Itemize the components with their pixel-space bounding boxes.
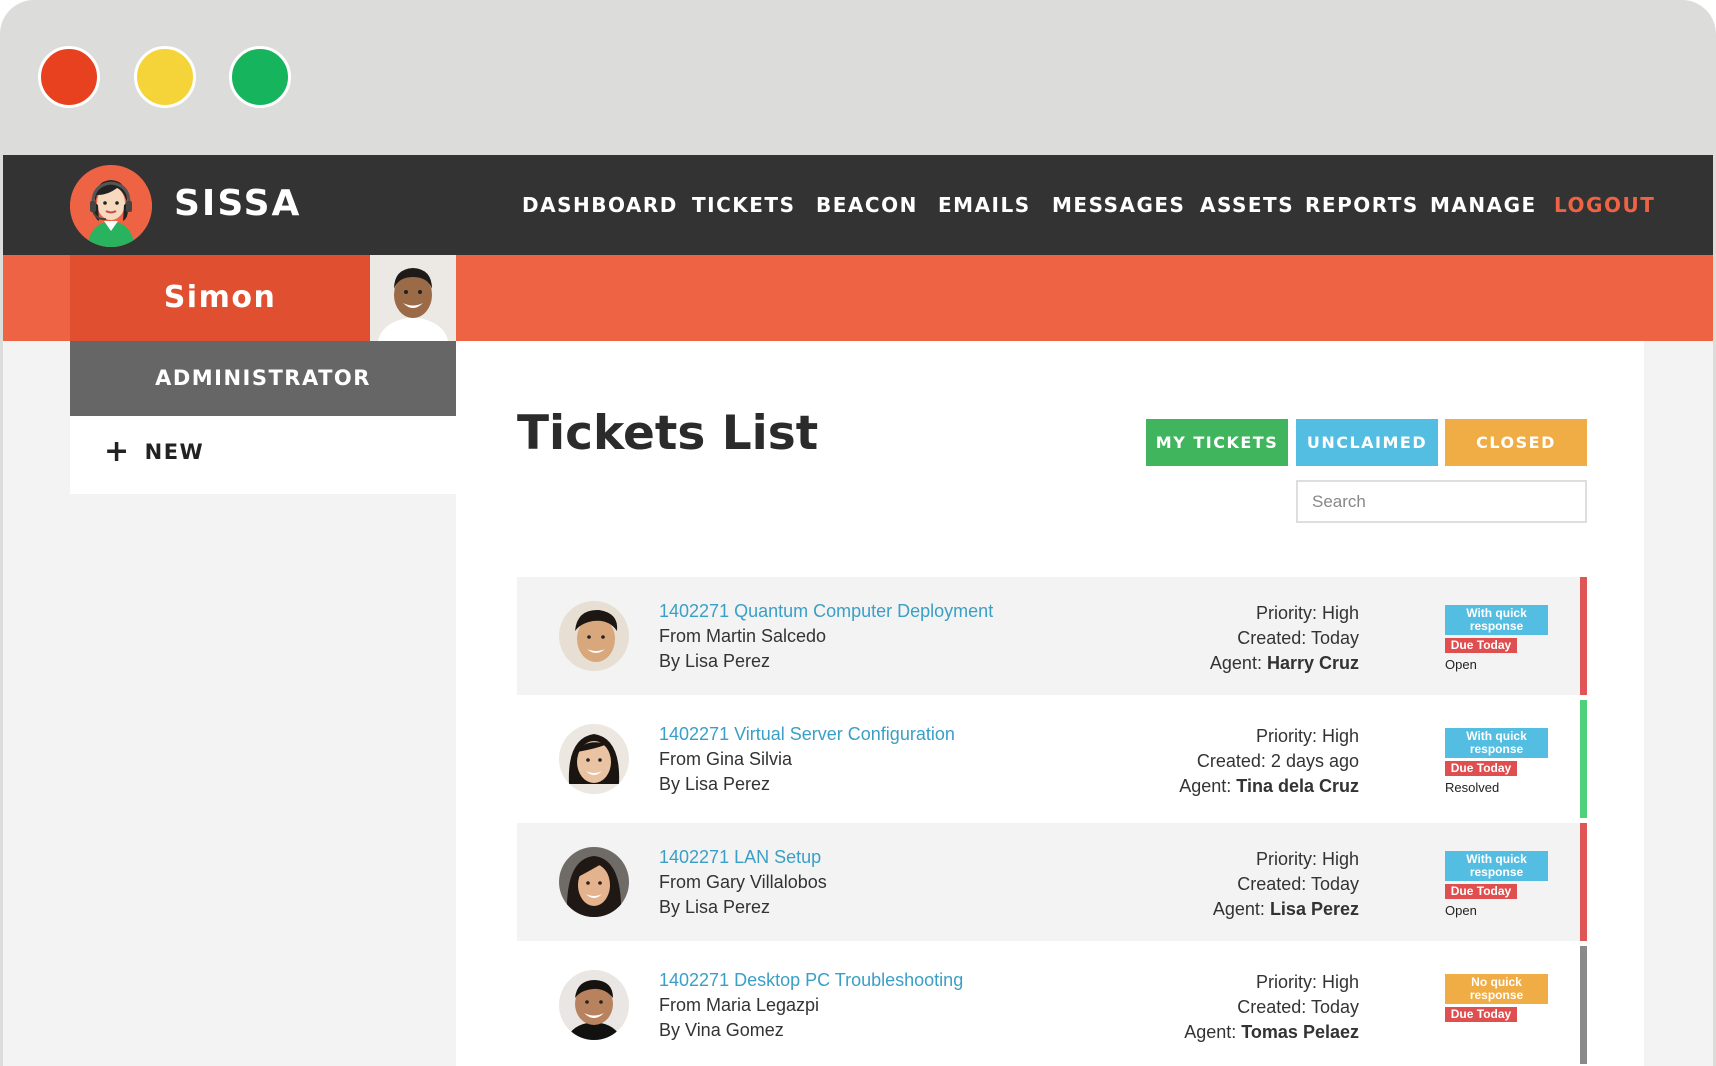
new-ticket-button[interactable]: + NEW <box>104 434 205 469</box>
agent-label: Agent: <box>1209 653 1262 673</box>
ticket-priority: Priority: High <box>1255 972 1359 992</box>
support-agent-logo-icon[interactable] <box>70 165 152 247</box>
ticket-row[interactable]: 1402271 LAN Setup From Gary Villalobos B… <box>517 823 1587 941</box>
user-name[interactable]: Simon <box>70 255 370 341</box>
ticket-created: Created: Today <box>1237 628 1359 648</box>
ticket-subject-link[interactable]: 1402271 Virtual Server Configuration <box>659 724 955 745</box>
requester-avatar <box>559 847 629 917</box>
ticket-priority: Priority: High <box>1255 726 1359 746</box>
ticket-badges: With quick response Due Today Resolved <box>1445 728 1548 795</box>
ticket-agent-line: Agent: Tina dela Cruz <box>1179 774 1359 799</box>
ticket-by: By Vina Gomez <box>659 1020 784 1040</box>
nav-beacon[interactable]: BEACON <box>816 193 918 217</box>
ticket-created: Created: Today <box>1237 997 1359 1017</box>
ticket-meta: Priority: High Created: 2 days ago Agent… <box>1179 724 1359 799</box>
top-navbar: SISSA DASHBOARD TICKETS BEACON EMAILS ME… <box>3 155 1713 255</box>
ticket-priority: Priority: High <box>1255 603 1359 623</box>
ticket-status: Open <box>1445 903 1477 918</box>
closed-button[interactable]: CLOSED <box>1445 419 1587 466</box>
minimize-window-button[interactable] <box>134 46 196 108</box>
ticket-status: Resolved <box>1445 780 1500 795</box>
ticket-from: From Gary Villalobos <box>659 872 827 892</box>
ticket-agent-line: Agent: Lisa Perez <box>1213 897 1359 922</box>
brand-name: SISSA <box>174 183 302 224</box>
ticket-by: By Lisa Perez <box>659 897 771 917</box>
ticket-agent-line: Agent: Tomas Pelaez <box>1184 1020 1359 1045</box>
new-ticket-label: NEW <box>144 440 205 464</box>
requester-avatar <box>559 724 629 794</box>
ticket-badges: With quick response Due Today Open <box>1445 851 1548 918</box>
ticket-meta: Priority: High Created: Today Agent: Tom… <box>1184 970 1359 1045</box>
ticket-agent: Tina dela Cruz <box>1236 776 1359 796</box>
maximize-window-button[interactable] <box>229 46 291 108</box>
status-stripe <box>1580 946 1587 1064</box>
unclaimed-button[interactable]: UNCLAIMED <box>1296 419 1438 466</box>
ticket-priority: Priority: High <box>1255 849 1359 869</box>
due-badge: Due Today <box>1445 884 1517 899</box>
response-badge: With quick response <box>1445 605 1548 635</box>
ticket-badges: No quick response Due Today <box>1445 974 1548 1022</box>
ticket-agent: Lisa Perez <box>1269 899 1359 919</box>
ticket-agent: Harry Cruz <box>1266 653 1359 673</box>
ticket-subject-link[interactable]: 1402271 LAN Setup <box>659 847 821 868</box>
due-badge: Due Today <box>1445 638 1517 653</box>
app-window: SISSA DASHBOARD TICKETS BEACON EMAILS ME… <box>0 0 1716 1066</box>
nav-dashboard[interactable]: DASHBOARD <box>522 193 678 217</box>
ticket-status: Open <box>1445 657 1477 672</box>
requester-avatar <box>559 970 629 1040</box>
my-tickets-button[interactable]: MY TICKETS <box>1146 419 1288 466</box>
nav-manage[interactable]: MANAGE <box>1430 193 1537 217</box>
ticket-badges: With quick response Due Today Open <box>1445 605 1548 672</box>
ticket-by: By Lisa Perez <box>659 651 771 671</box>
status-stripe <box>1580 577 1587 695</box>
nav-logout[interactable]: LOGOUT <box>1554 193 1655 217</box>
status-stripe <box>1580 700 1587 818</box>
user-role: ADMINISTRATOR <box>70 341 456 416</box>
requester-avatar <box>559 601 629 671</box>
nav-tickets[interactable]: TICKETS <box>692 193 795 217</box>
ticket-by: By Lisa Perez <box>659 774 771 794</box>
sidebar-new-section: + NEW <box>70 416 456 494</box>
response-badge: No quick response <box>1445 974 1548 1004</box>
agent-label: Agent: <box>1184 1022 1237 1042</box>
plus-icon: + <box>104 434 131 469</box>
response-badge: With quick response <box>1445 851 1548 881</box>
ticket-from: From Gina Silvia <box>659 749 793 769</box>
agent-label: Agent: <box>1179 776 1232 796</box>
ticket-agent-line: Agent: Harry Cruz <box>1210 651 1359 676</box>
window-titlebar <box>0 0 1716 155</box>
nav-emails[interactable]: EMAILS <box>938 193 1031 217</box>
ticket-created: Created: 2 days ago <box>1196 751 1359 771</box>
user-avatar[interactable] <box>370 255 456 341</box>
ticket-from: From Martin Salcedo <box>659 626 827 646</box>
nav-messages[interactable]: MESSAGES <box>1052 193 1185 217</box>
ticket-agent: Tomas Pelaez <box>1241 1022 1359 1042</box>
nav-assets[interactable]: ASSETS <box>1200 193 1294 217</box>
ticket-created: Created: Today <box>1237 874 1359 894</box>
ticket-meta: Priority: High Created: Today Agent: Lis… <box>1213 847 1359 922</box>
ticket-subject-link[interactable]: 1402271 Quantum Computer Deployment <box>659 601 993 622</box>
ticket-row[interactable]: 1402271 Quantum Computer Deployment From… <box>517 577 1587 695</box>
ticket-row[interactable]: 1402271 Desktop PC Troubleshooting From … <box>517 946 1587 1064</box>
page-title: Tickets List <box>517 406 819 461</box>
ticket-from: From Maria Legazpi <box>659 995 820 1015</box>
response-badge: With quick response <box>1445 728 1548 758</box>
status-stripe <box>1580 823 1587 941</box>
ticket-meta: Priority: High Created: Today Agent: Har… <box>1210 601 1359 676</box>
nav-reports[interactable]: REPORTS <box>1305 193 1419 217</box>
close-window-button[interactable] <box>38 46 100 108</box>
ticket-subject-link[interactable]: 1402271 Desktop PC Troubleshooting <box>659 970 963 991</box>
ticket-row[interactable]: 1402271 Virtual Server Configuration Fro… <box>517 700 1587 818</box>
agent-label: Agent: <box>1212 899 1265 919</box>
due-badge: Due Today <box>1445 761 1517 776</box>
due-badge: Due Today <box>1445 1007 1517 1022</box>
search-input[interactable] <box>1296 480 1587 523</box>
